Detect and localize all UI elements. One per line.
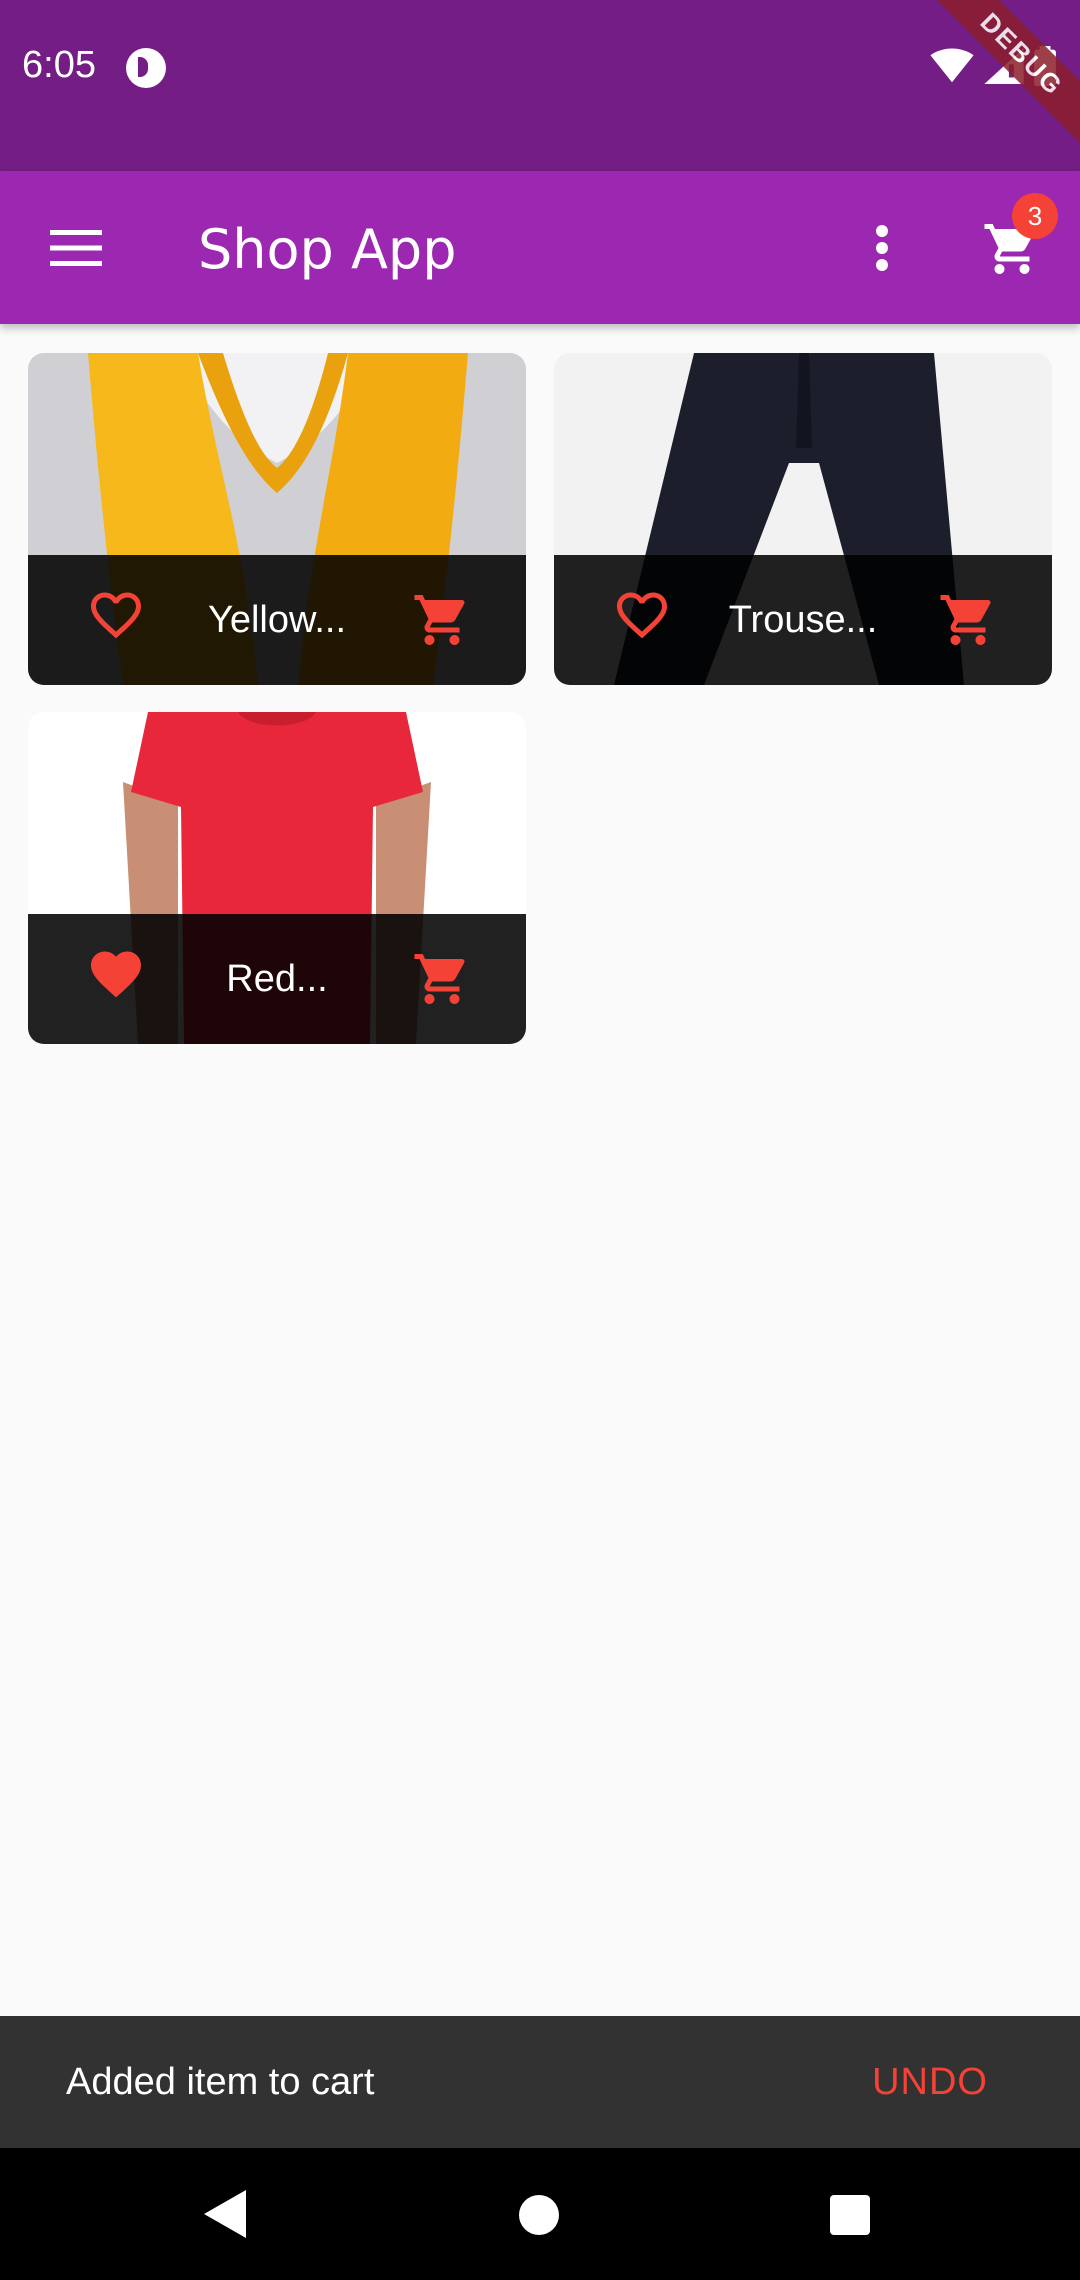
- shopping-cart-icon: [414, 595, 465, 645]
- wifi-icon: [930, 48, 974, 83]
- snackbar: Added item to cart UNDO: [0, 2016, 1080, 2148]
- cart-count-badge: 3: [1012, 193, 1058, 239]
- favorite-border-icon: [617, 592, 667, 639]
- favorite-button[interactable]: [610, 588, 674, 652]
- shopping-cart-icon: [414, 954, 465, 1004]
- menu-button[interactable]: [40, 212, 112, 284]
- favorite-button[interactable]: [84, 588, 148, 652]
- more-vert-icon: [876, 225, 888, 271]
- favorite-icon: [91, 951, 141, 998]
- add-to-cart-button[interactable]: [410, 588, 474, 652]
- status-time: 6:05: [22, 44, 96, 86]
- product-card-yellow-scarf[interactable]: Yellow...: [28, 353, 526, 685]
- product-footer: Red...: [28, 914, 526, 1044]
- product-title: Trouse...: [728, 599, 878, 641]
- home-icon[interactable]: [519, 2195, 559, 2235]
- screen: 6:05 DEBUG Shop App 3 Yellow... Trouse..…: [0, 0, 1080, 2280]
- product-title: Yellow...: [207, 599, 347, 641]
- menu-icon: [50, 230, 102, 266]
- system-nav-bar: [0, 2148, 1080, 2280]
- favorite-button[interactable]: [84, 947, 148, 1011]
- product-footer: Yellow...: [28, 555, 526, 685]
- back-icon[interactable]: [204, 2190, 246, 2238]
- more-options-button[interactable]: [846, 212, 918, 284]
- notification-app-icon: [126, 48, 166, 88]
- shopping-cart-icon: [940, 595, 991, 645]
- product-footer: Trouse...: [554, 555, 1052, 685]
- undo-button[interactable]: UNDO: [872, 2016, 988, 2148]
- snackbar-message: Added item to cart: [66, 2061, 375, 2103]
- product-title: Red...: [226, 958, 328, 1000]
- status-bar: 6:05 DEBUG: [0, 0, 1080, 171]
- app-bar: Shop App 3: [0, 171, 1080, 324]
- page-title: Shop App: [198, 218, 457, 281]
- product-card-trousers[interactable]: Trouse...: [554, 353, 1052, 685]
- recent-apps-icon[interactable]: [830, 2195, 870, 2235]
- product-card-red-shirt[interactable]: Red...: [28, 712, 526, 1044]
- favorite-border-icon: [91, 592, 141, 639]
- add-to-cart-button[interactable]: [410, 947, 474, 1011]
- add-to-cart-button[interactable]: [936, 588, 1000, 652]
